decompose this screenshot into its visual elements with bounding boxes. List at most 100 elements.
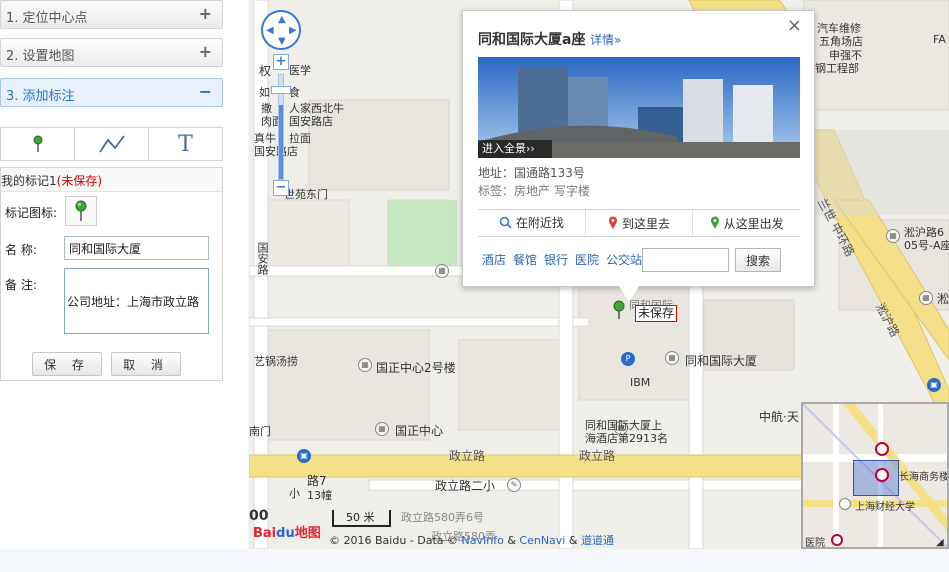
text-icon: T	[178, 131, 193, 157]
overview-label: 长海商务楼	[899, 472, 949, 483]
info-window: 同和国际大厦a座 详情» × 进入全景›› 地址：国通路133号 标签：房地产 …	[462, 10, 815, 287]
map-label: 淞	[937, 292, 949, 306]
tab-go-here[interactable]: 到这里去	[586, 210, 694, 236]
link-restaurant[interactable]: 餐馆	[513, 251, 537, 268]
info-window-title: 同和国际大厦a座	[478, 32, 586, 48]
point-tool-button[interactable]	[1, 128, 75, 160]
marker-title: 我的标记1	[1, 174, 57, 188]
tab-label: 到这里去	[622, 216, 671, 231]
accordion-label: 3. 添加标注	[6, 89, 75, 104]
bus-stop-icon: ▣	[927, 378, 941, 392]
copyright: © 2016 Baidu - Data © NavInfo & CenNavi …	[329, 534, 614, 547]
marker-name-input[interactable]: 同和国际大厦	[64, 236, 209, 260]
red-pin-icon	[609, 216, 617, 229]
tab-label: 从这里出发	[723, 216, 784, 231]
text-tool-button[interactable]: T	[149, 128, 222, 160]
map-label: 同和国际大厦	[685, 354, 758, 368]
building-icon: ▦	[435, 264, 449, 278]
building-icon: ▦	[886, 229, 900, 243]
building-icon: ▦	[375, 422, 389, 436]
polyline-icon	[98, 135, 125, 153]
accordion-locate-center[interactable]: 1. 定位中心点 +	[0, 0, 223, 29]
link-bank[interactable]: 银行	[544, 251, 568, 268]
tab-start-here[interactable]: 从这里出发	[693, 210, 800, 236]
building-icon: ▦	[919, 291, 933, 305]
zoom-bar: + −	[271, 54, 291, 199]
marker-icon-picker[interactable]	[65, 196, 97, 226]
cancel-button[interactable]: 取 消	[111, 352, 181, 376]
accordion-add-marker[interactable]: 3. 添加标注 −	[0, 78, 223, 107]
daodaotong-link[interactable]: 道道通	[581, 534, 614, 547]
map-label: 钢工程部	[815, 62, 859, 75]
overview-map[interactable]: 长海商务楼 上海财经大学 医院 ◢	[801, 402, 949, 549]
map-label: 05号-A座	[904, 239, 949, 252]
hospital-icon	[831, 534, 843, 546]
info-window-pointer	[619, 286, 639, 302]
pan-down-icon[interactable]: ▼	[278, 36, 286, 47]
link-bus-stop[interactable]: 公交站	[606, 251, 642, 268]
search-button[interactable]: 搜索	[735, 248, 781, 272]
navinfo-link[interactable]: NavInfo	[462, 534, 504, 547]
map-label: FA	[933, 33, 946, 46]
expand-plus-icon: +	[198, 42, 212, 61]
tab-label: 在附近找	[515, 215, 564, 230]
metro-icon	[875, 442, 889, 456]
building-icon: ▦	[358, 358, 372, 372]
map-label: 小	[289, 487, 300, 500]
search-icon	[499, 216, 512, 229]
marker-form: 我的标记1(未保存) 标记图标: 名 称: 同和国际大厦 备 注: 公司地址：上…	[0, 167, 223, 381]
panorama-photo[interactable]: 进入全景››	[478, 57, 800, 158]
link-hotel[interactable]: 酒店	[482, 251, 506, 268]
marker-form-header: 我的标记1(未保存)	[1, 168, 222, 192]
note-label: 备 注:	[5, 278, 37, 292]
map-label: 艺锅汤捞	[254, 355, 298, 368]
accordion-label: 2. 设置地图	[6, 49, 75, 64]
pan-control[interactable]: ▲ ▼ ◀ ▶	[261, 10, 301, 50]
pan-left-icon[interactable]: ◀	[266, 25, 274, 36]
map-label: 国正中心	[395, 424, 444, 438]
tags-text: 标签：房地产 写字楼	[478, 184, 590, 198]
left-panel: 1. 定位中心点 + 2. 设置地图 + 3. 添加标注 − T 我的标记1(未…	[0, 0, 248, 549]
pan-right-icon[interactable]: ▶	[289, 25, 297, 36]
zoom-track-fill	[279, 105, 283, 179]
map-editor-app: 1. 定位中心点 + 2. 设置地图 + 3. 添加标注 − T 我的标记1(未…	[0, 0, 949, 572]
marker-unsaved-label[interactable]: 未保存	[635, 305, 678, 322]
zoom-in-button[interactable]: +	[273, 54, 289, 70]
map-road-label: 国安路	[256, 242, 269, 275]
map-canvas[interactable]: 权 医学 如 食 撒 人家西北牛 肉面 国安路店 真牛 拉面 国安路店 世苑东门…	[249, 0, 949, 549]
baidu-logo[interactable]: Baidu地图	[253, 522, 321, 541]
pan-up-icon[interactable]: ▲	[278, 14, 286, 25]
zoom-slider-handle[interactable]	[271, 86, 291, 94]
parking-icon: P	[621, 352, 635, 366]
name-label: 名 称:	[5, 243, 37, 257]
scale-bar: 50 米	[332, 510, 391, 527]
line-tool-button[interactable]	[75, 128, 149, 160]
green-pin-icon	[710, 216, 719, 229]
icon-label: 标记图标:	[5, 206, 58, 220]
marker-note-textarea[interactable]: 公司地址：上海市政立路	[64, 268, 209, 334]
bus-stop-icon: ▣	[297, 449, 311, 463]
link-hospital[interactable]: 医院	[575, 251, 599, 268]
map-marker-pin-icon	[613, 300, 625, 319]
cennavi-link[interactable]: CenNavi	[519, 534, 565, 547]
map-label: IBM	[630, 376, 651, 389]
building-icon: ▦	[665, 351, 679, 365]
accordion-label: 1. 定位中心点	[6, 11, 88, 26]
map-label: 政立路二小	[435, 479, 496, 493]
accordion-set-map[interactable]: 2. 设置地图 +	[0, 38, 223, 67]
collapse-minus-icon: −	[198, 82, 212, 101]
enter-panorama-button[interactable]: 进入全景››	[478, 140, 552, 158]
save-button[interactable]: 保 存	[32, 352, 102, 376]
expand-plus-icon: +	[198, 4, 212, 23]
collapse-overview-icon[interactable]: ◢	[936, 537, 944, 547]
map-navigation-control: ▲ ▼ ◀ ▶ + −	[261, 10, 301, 200]
zoom-out-button[interactable]: −	[273, 180, 289, 196]
details-link[interactable]: 详情»	[590, 31, 621, 48]
info-window-tabs: 在附近找 到这里去 从这里出发	[478, 209, 800, 237]
close-icon[interactable]: ×	[787, 15, 802, 36]
map-label: 政立路580弄6号	[401, 511, 484, 524]
tab-nearby[interactable]: 在附近找	[478, 210, 586, 236]
nearby-search-input[interactable]	[642, 248, 729, 272]
unsaved-status: (未保存)	[56, 174, 103, 188]
quick-search-links: 酒店 餐馆 银行 医院 公交站	[482, 251, 642, 268]
